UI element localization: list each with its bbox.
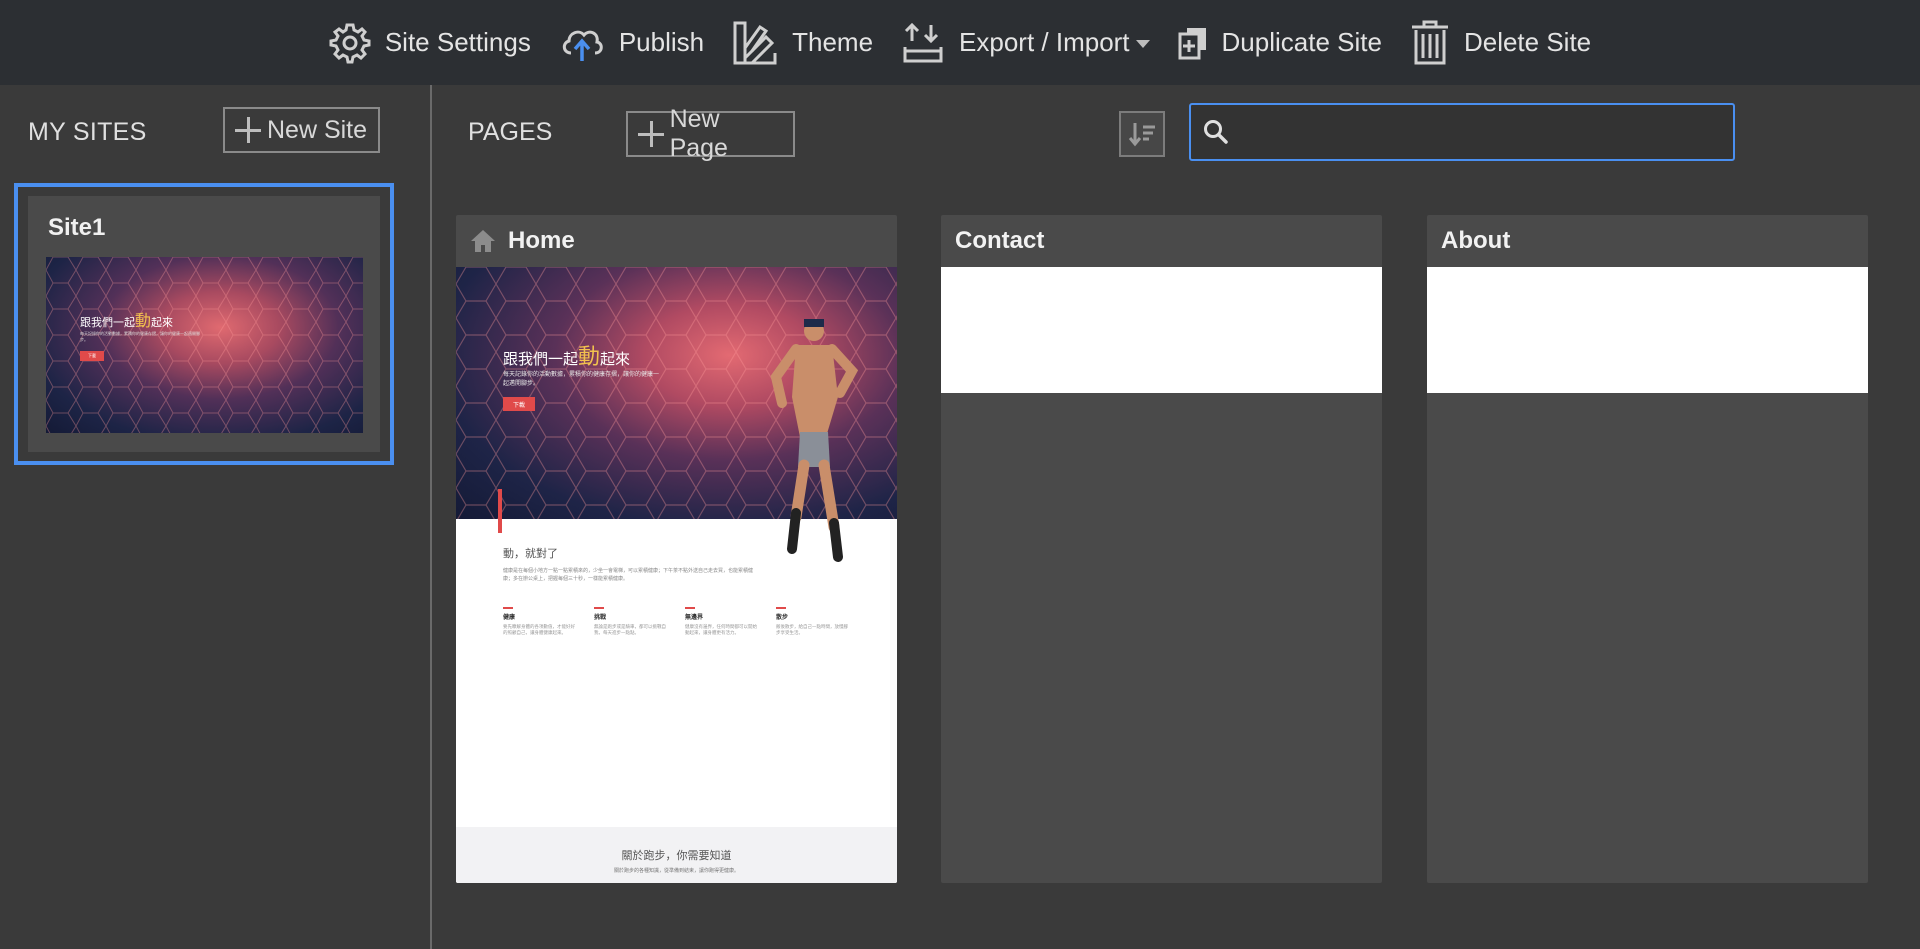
gear-icon (329, 23, 371, 63)
home-page-preview[interactable]: 跟我們一起動起來 每天記錄你的活動數據，累積你的健康存摺，讓你的健康一起邁開腳步… (456, 267, 897, 883)
duplicate-icon (1178, 27, 1206, 59)
page-card-contact[interactable]: Contact (941, 215, 1382, 883)
preview-columns: 健康 要先瞭解身體的各項數值，才能好好的照顧自己，讓身體健康起來。 挑戰 無論是跑步… (503, 607, 863, 636)
page-card-header: Home (456, 215, 897, 267)
site-settings-button[interactable]: Site Settings (329, 13, 531, 73)
page-card-header: About (1427, 215, 1868, 267)
page-card-home[interactable]: Home 跟我們一起動起來 每天記錄你的活動數據，累積你的健康存摺，讓你的健康一… (456, 215, 897, 883)
preview-footer-text: 關於跑步的各種知識，從準備到結束，讓你跑得更健康。 (613, 868, 739, 874)
site-card-selected[interactable]: Site1 跟我們一起動起來 每天記錄你的活動數據，累積你的健康存摺，讓你的健康… (14, 183, 394, 465)
export-import-icon (903, 22, 943, 62)
preview-column: 健康 要先瞭解身體的各項數值，才能好好的照顧自己，讓身體健康起來。 (503, 607, 576, 636)
preview-footer: 關於跑步，你需要知道 關於跑步的各種知識，從準備到結束，讓你跑得更健康。 (456, 827, 897, 883)
page-card-about[interactable]: About (1427, 215, 1868, 883)
plus-icon (638, 121, 664, 147)
sort-button[interactable] (1119, 111, 1165, 157)
new-site-label: New Site (267, 115, 368, 144)
sort-icon (1128, 123, 1155, 147)
duplicate-site-button[interactable]: Duplicate Site (1178, 13, 1382, 73)
preview-section-text: 健康是在每個小地方一點一點累積來的，少坐一會電梯，可以累積健康；下午茶不點外送自… (503, 568, 754, 582)
trash-icon (1411, 20, 1448, 64)
publish-button[interactable]: Publish (559, 13, 704, 73)
top-toolbar: Site Settings Publish Theme Export / Imp… (0, 0, 1920, 85)
site-name: Site1 (48, 214, 106, 241)
preview-column: 無邊界 健康沒有邊界，任何時間都可以開始動起來，讓身體更有活力。 (685, 607, 758, 636)
publish-label: Publish (618, 27, 705, 57)
theme-button[interactable]: Theme (732, 13, 873, 73)
thumbnail-hero-image (46, 257, 363, 433)
delete-site-button[interactable]: Delete Site (1410, 13, 1591, 73)
search-icon (1204, 120, 1228, 144)
new-page-label: New Page (669, 105, 728, 162)
page-card-header: Contact (941, 215, 1382, 267)
plus-icon (235, 117, 261, 143)
site-thumbnail[interactable]: 跟我們一起動起來 每天記錄你的活動數據，累積你的健康存摺，讓你的健康一起邁開腳步… (46, 257, 363, 433)
search-box[interactable] (1189, 103, 1735, 161)
theme-label: Theme (792, 27, 874, 57)
page-preview-blank[interactable] (1427, 267, 1868, 393)
site-settings-label: Site Settings (384, 27, 531, 57)
runner-figure (770, 319, 859, 562)
pages-title: PAGES (468, 118, 553, 146)
preview-footer-title: 關於跑步，你需要知道 (621, 850, 732, 862)
preview-heading: 跟我們一起動起來 (503, 344, 631, 369)
home-icon (471, 230, 495, 252)
hex-pattern (46, 257, 363, 433)
page-name: About (1441, 227, 1511, 254)
thumbnail-subtext: 每天記錄你的活動數據，累積你的健康存摺，讓你的健康一起邁開腳步。 (80, 331, 200, 342)
swatch-icon (733, 21, 777, 64)
page-name: Contact (955, 227, 1045, 254)
duplicate-site-label: Duplicate Site (1221, 27, 1382, 57)
cloud-upload-icon (562, 30, 603, 61)
preview-cta: 下載 (503, 397, 535, 411)
thumbnail-cta: 下載 (80, 351, 104, 361)
sidebar-divider (430, 85, 432, 949)
preview-section-title: 動，就對了 (503, 548, 558, 560)
preview-accent-bar (498, 489, 502, 533)
chevron-down-icon (1135, 40, 1150, 48)
preview-subtext: 每天記錄你的活動數據，累積你的健康存摺，讓你的健康一起邁開腳步。 (503, 372, 660, 387)
new-page-button[interactable]: New Page (626, 105, 795, 162)
preview-hero-image (456, 267, 897, 562)
export-import-label: Export / Import (959, 27, 1130, 57)
search-input[interactable] (1229, 105, 1733, 159)
thumbnail-heading: 跟我們一起動起來 (80, 313, 174, 330)
page-name: Home (508, 227, 575, 254)
preview-column: 散步 飯後散步，給自己一點時間，放慢腳步享受生活。 (776, 607, 849, 636)
page-preview-blank[interactable] (941, 267, 1382, 393)
new-site-button[interactable]: New Site (223, 107, 380, 153)
my-sites-title: MY SITES (28, 118, 147, 146)
site-card[interactable]: Site1 跟我們一起動起來 每天記錄你的活動數據，累積你的健康存摺，讓你的健康… (28, 196, 380, 452)
export-import-button[interactable]: Export / Import (901, 13, 1150, 73)
preview-column: 挑戰 無論是跑步或是騎車，都可以挑戰自我，每天進步一點點。 (594, 607, 667, 636)
delete-site-label: Delete Site (1463, 27, 1592, 57)
